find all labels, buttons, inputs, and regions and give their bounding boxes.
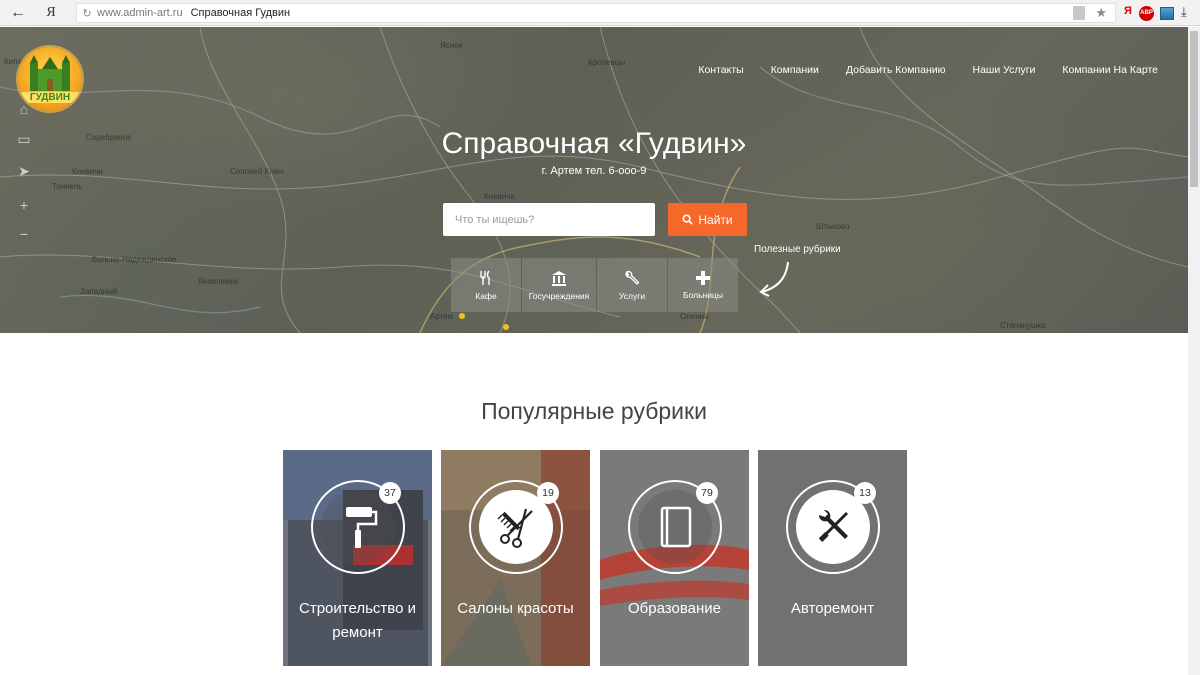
map-label: Олений (680, 312, 709, 321)
search-button[interactable]: Найти (668, 203, 747, 236)
nav-item-add-company[interactable]: Добавить Компанию (846, 64, 946, 76)
quick-category-label: Больницы (683, 289, 723, 300)
map-label: Западный (80, 287, 118, 296)
map-label: Кневичи (484, 192, 515, 201)
yandex-button[interactable]: Я (36, 5, 66, 21)
nav-item-contacts[interactable]: Контакты (698, 64, 743, 76)
search-button-label: Найти (698, 212, 733, 227)
category-card-auto-repair[interactable]: 13 Авторемонт (758, 450, 907, 666)
page-scrollbar[interactable] (1188, 27, 1200, 675)
category-count-badge: 79 (696, 482, 718, 504)
category-count-badge: 13 (854, 482, 876, 504)
search-input[interactable] (443, 203, 655, 236)
address-bar[interactable]: ↻ www.admin-art.ru Справочная Гудвин ★ (76, 3, 1116, 23)
popular-title: Популярные рубрики (481, 398, 707, 424)
wrench-screwdriver-icon (818, 509, 849, 542)
category-card-label: Авторемонт (790, 600, 875, 617)
browser-toolbar: ← Я ↻ www.admin-art.ru Справочная Гудвин… (0, 0, 1200, 26)
category-count-badge: 37 (379, 482, 401, 504)
zoom-out-icon[interactable]: − (14, 224, 34, 244)
map-label: Степанушка (1000, 321, 1046, 330)
category-card-education[interactable]: 79 Образование (600, 450, 749, 666)
fork-knife-icon (480, 270, 490, 285)
yandex-extension-icon[interactable]: Я (1124, 5, 1132, 17)
useful-categories-label: Полезные рубрики (754, 244, 841, 255)
medical-cross-icon (696, 270, 710, 285)
category-card-label: Образование (628, 600, 721, 617)
scissors-comb-icon (497, 508, 533, 548)
main-nav: Контакты Компании Добавить Компанию Наши… (698, 64, 1158, 76)
category-card-label: Салоны красоты (457, 600, 574, 617)
adblock-extension-icon[interactable]: ABP (1139, 6, 1154, 21)
paint-roller-icon (346, 507, 378, 548)
curved-arrow-icon (759, 261, 789, 297)
map-label: Кролевцы (588, 58, 626, 67)
quick-category-services[interactable]: Услуги (597, 258, 667, 312)
screenshot-extension-icon[interactable] (1160, 7, 1174, 20)
quick-categories: Кафе Госучреждения Услуги Больницы (451, 258, 738, 312)
zoom-in-icon[interactable]: + (14, 195, 34, 215)
book-icon (660, 506, 692, 548)
scrollbar-thumb[interactable] (1190, 31, 1198, 187)
quick-category-hospitals[interactable]: Больницы (668, 258, 738, 312)
map-label: Штыково (816, 222, 850, 231)
nav-item-companies[interactable]: Компании (771, 64, 819, 76)
quick-category-label: Услуги (618, 290, 646, 301)
wrench-icon (625, 270, 640, 285)
category-count-badge: 19 (537, 482, 559, 504)
search-icon (682, 214, 694, 225)
bookmark-icon[interactable] (1073, 6, 1085, 20)
url-page-title: Справочная Гудвин (190, 7, 291, 19)
reload-icon[interactable]: ↻ (77, 7, 97, 20)
government-building-icon (552, 270, 566, 286)
home-icon[interactable]: ⌂ (14, 99, 34, 119)
page-title: Справочная «Гудвин» (441, 127, 747, 160)
category-card-beauty[interactable]: 19 Салоны красоты (441, 450, 590, 666)
map-label: Вольно-Надеждинское (92, 255, 177, 264)
page-subtitle: г. Артем тел. 6-ооо-9 (541, 165, 647, 177)
quick-category-label: Кафе (475, 290, 497, 301)
quick-category-cafe[interactable]: Кафе (451, 258, 521, 312)
star-icon[interactable]: ★ (1095, 5, 1107, 21)
category-card-construction[interactable]: 37 Строительство и ремонт (283, 450, 432, 666)
quick-category-label: Госучреждения (528, 290, 590, 301)
quick-category-government[interactable]: Госучреждения (522, 258, 596, 312)
map-label: Тоннель (52, 182, 83, 191)
category-card-label: Строительство и ремонт (299, 600, 416, 641)
nav-item-companies-map[interactable]: Компании На Карте (1062, 64, 1158, 76)
map-label: Артем (430, 312, 454, 321)
back-arrow-icon[interactable]: ← (0, 4, 36, 22)
map-label: Ясное (440, 41, 464, 50)
download-icon[interactable]: ⤓ (1181, 4, 1187, 20)
hero-section: Ясное Кролевцы Серебряное Кневичи Солове… (0, 27, 1188, 333)
nav-item-services[interactable]: Наши Услуги (972, 64, 1035, 76)
map-label: Яковлевка (198, 277, 238, 286)
url-domain: www.admin-art.ru (97, 7, 183, 19)
